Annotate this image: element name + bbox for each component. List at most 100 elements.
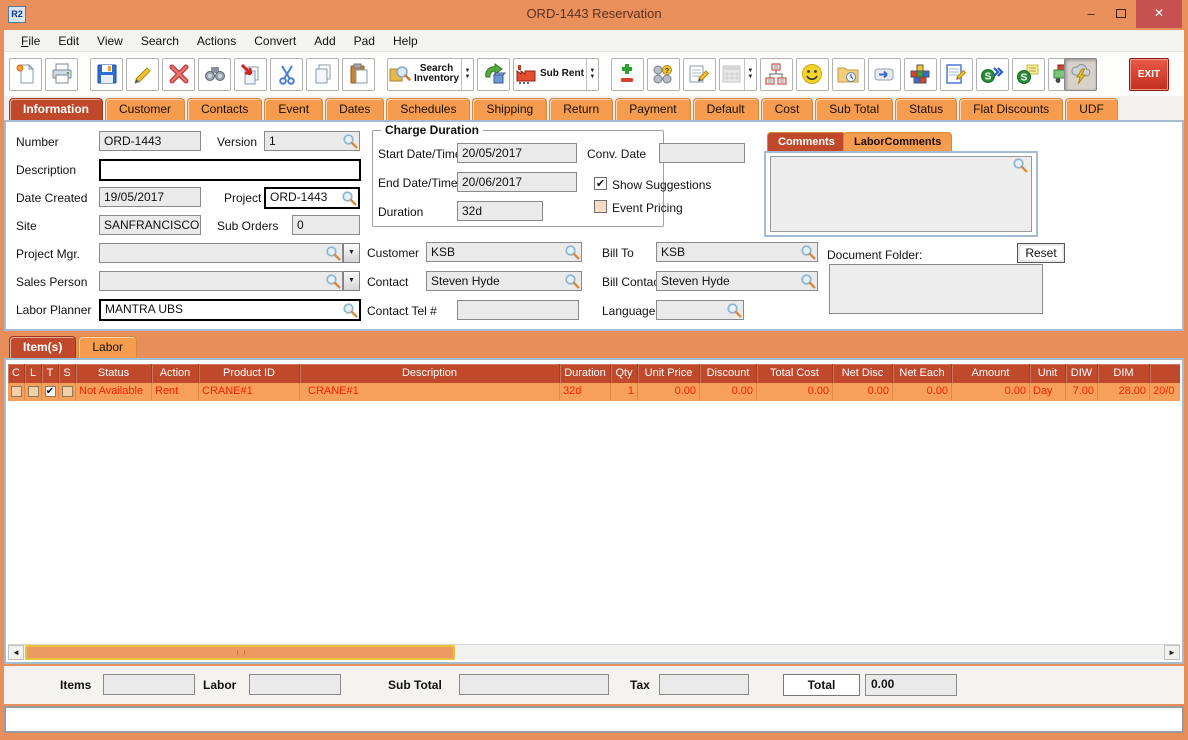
tab-comments[interactable]: Comments (767, 132, 846, 151)
quick-action-button[interactable] (1064, 57, 1097, 91)
end-date-field[interactable]: 20/06/2017 (457, 172, 577, 192)
sub-rent-button[interactable]: Sub Rent ▼ ▼ (513, 57, 599, 91)
item-unit-price[interactable]: 0.00 (638, 383, 700, 401)
item-qty[interactable]: 1 (611, 383, 638, 401)
sub-total-field[interactable] (459, 674, 609, 695)
reset-button[interactable]: Reset (1017, 243, 1065, 263)
paste-button[interactable] (342, 57, 375, 91)
item-total-cost[interactable]: 0.00 (757, 383, 833, 401)
show-suggestions-checkbox[interactable] (594, 177, 607, 190)
labor-planner-lookup-icon[interactable] (342, 302, 358, 318)
maximize-button[interactable] (1106, 0, 1136, 28)
tab-labor[interactable]: Labor (78, 336, 138, 358)
language-field[interactable] (656, 300, 744, 320)
scroll-left-arrow[interactable]: ◄ (8, 645, 24, 660)
copy-button[interactable] (306, 57, 339, 91)
horizontal-scrollbar[interactable]: ◄ ► (8, 644, 1180, 660)
tab-labor-comments[interactable]: LaborComments (843, 132, 953, 151)
customer-field[interactable]: KSB (426, 242, 582, 262)
item-t-cell[interactable] (42, 383, 59, 401)
menu-search[interactable]: Search (132, 32, 188, 50)
item-discount[interactable]: 0.00 (700, 383, 757, 401)
tab-customer[interactable]: Customer (105, 98, 186, 120)
language-lookup-icon[interactable] (726, 302, 742, 318)
project-mgr-lookup-icon[interactable] (325, 245, 341, 261)
tab-payment[interactable]: Payment (615, 98, 691, 120)
conv-date-field[interactable] (659, 143, 745, 163)
description-field[interactable] (99, 159, 361, 181)
col-header-qty[interactable]: Qty (611, 364, 638, 383)
item-s-cell[interactable] (59, 383, 76, 401)
save-button[interactable] (90, 57, 123, 91)
site-field[interactable]: SANFRANCISCO (99, 215, 201, 235)
tab-contacts[interactable]: Contacts (187, 98, 263, 120)
item-net-each[interactable]: 0.00 (893, 383, 952, 401)
col-header-s[interactable]: S (59, 364, 76, 383)
item-product-id[interactable]: CRANE#1 (199, 383, 300, 401)
col-header-description[interactable]: Description (300, 364, 560, 383)
history-folder-button[interactable] (831, 57, 865, 91)
contact-field[interactable]: Steven Hyde (426, 271, 582, 291)
notes-button[interactable] (682, 57, 716, 91)
tab-status[interactable]: Status (895, 98, 958, 120)
smiley-button[interactable] (795, 57, 829, 91)
labor-total-field[interactable] (249, 674, 341, 695)
menu-pad[interactable]: Pad (345, 32, 384, 50)
date-created-field[interactable]: 19/05/2017 (99, 187, 201, 207)
col-header-clipped[interactable] (1150, 364, 1180, 383)
scroll-right-arrow[interactable]: ► (1164, 645, 1180, 660)
item-s-checkbox[interactable] (61, 386, 73, 397)
col-header-net-disc[interactable]: Net Disc (833, 364, 893, 383)
edit-button[interactable] (126, 57, 159, 91)
event-pricing-checkbox[interactable] (594, 200, 607, 213)
find-button[interactable] (198, 57, 231, 91)
delete-button[interactable] (162, 57, 195, 91)
col-header-action[interactable]: Action (152, 364, 199, 383)
col-header-net-each[interactable]: Net Each (893, 364, 952, 383)
billing-forward-button[interactable]: S (975, 57, 1009, 91)
col-header-diw[interactable]: DIW (1066, 364, 1098, 383)
item-net-disc[interactable]: 0.00 (833, 383, 893, 401)
sub-rent-dropdown[interactable]: ▼ ▼ (585, 58, 598, 90)
item-row[interactable]: Not Available Rent CRANE#1 CRANE#1 32d 1… (8, 383, 1180, 401)
item-l-checkbox[interactable] (27, 386, 39, 397)
tab-default[interactable]: Default (692, 98, 759, 120)
contact-tel-field[interactable] (457, 300, 579, 320)
tab-shipping[interactable]: Shipping (472, 98, 548, 120)
calendar-dropdown[interactable]: ▼ ▼ (743, 58, 756, 90)
sub-orders-field[interactable]: 0 (292, 215, 360, 235)
sales-person-field[interactable] (99, 271, 343, 291)
kits-button[interactable] (903, 57, 937, 91)
sales-person-dropdown[interactable]: ▼ (343, 271, 360, 291)
bill-contact-field[interactable]: Steven Hyde (656, 271, 818, 291)
convert-button[interactable] (477, 57, 511, 91)
group-query-button[interactable]: ? (646, 57, 680, 91)
billing-note-button[interactable]: S (1011, 57, 1045, 91)
col-header-amount[interactable]: Amount (952, 364, 1030, 383)
start-date-field[interactable]: 20/05/2017 (457, 143, 577, 163)
number-field[interactable]: ORD-1443 (99, 131, 201, 151)
calendar-button[interactable]: ▼ ▼ (718, 57, 757, 91)
menu-edit[interactable]: Edit (49, 32, 88, 50)
bill-contact-lookup-icon[interactable] (800, 273, 816, 289)
tab-items[interactable]: Item(s) (9, 336, 77, 358)
menu-add[interactable]: Add (305, 32, 344, 50)
sales-person-lookup-icon[interactable] (325, 273, 341, 289)
menu-actions[interactable]: Actions (188, 32, 245, 50)
col-header-t[interactable]: T (42, 364, 59, 383)
project-mgr-dropdown[interactable]: ▼ (343, 243, 360, 263)
item-amount[interactable]: 0.00 (952, 383, 1030, 401)
minimize-button[interactable]: – (1076, 0, 1106, 28)
tab-udf[interactable]: UDF (1065, 98, 1118, 120)
customer-lookup-icon[interactable] (564, 244, 580, 260)
menu-help[interactable]: Help (384, 32, 427, 50)
item-unit[interactable]: Day (1030, 383, 1066, 401)
send-button[interactable] (867, 57, 901, 91)
col-header-unit-price[interactable]: Unit Price (638, 364, 700, 383)
col-header-unit[interactable]: Unit (1030, 364, 1066, 383)
copy-special-button[interactable] (234, 57, 267, 91)
col-header-l[interactable]: L (25, 364, 42, 383)
menu-view[interactable]: View (88, 32, 132, 50)
tab-return[interactable]: Return (549, 98, 614, 120)
exit-button[interactable]: EXIT (1129, 57, 1169, 91)
